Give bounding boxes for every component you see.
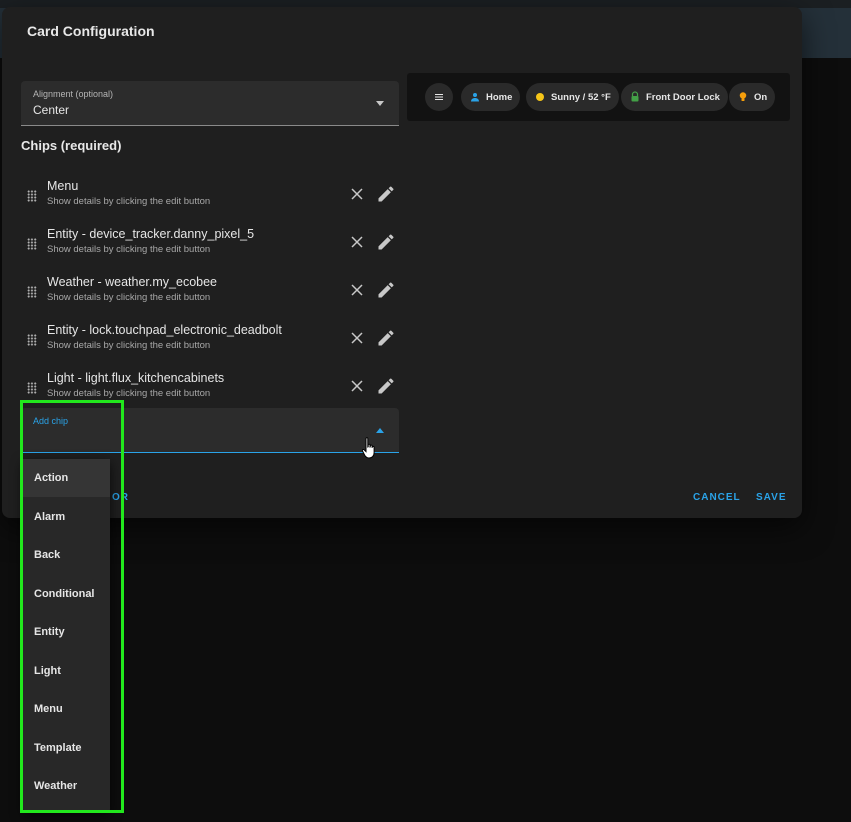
chip-name: Light - light.flux_kitchencabinets	[47, 371, 225, 385]
pencil-icon	[378, 234, 394, 250]
hand-cursor-icon	[361, 437, 375, 459]
cancel-button[interactable]: CANCEL	[693, 492, 741, 503]
close-icon	[351, 380, 363, 392]
chip-row-entity-lock: Entity - lock.touchpad_electronic_deadbo…	[21, 320, 401, 364]
chip-name: Weather - weather.my_ecobee	[47, 275, 218, 289]
caret-up-icon	[376, 428, 384, 433]
close-icon	[351, 188, 363, 200]
pencil-icon	[378, 282, 394, 298]
chip-detail: Show details by clicking the edit button	[47, 340, 211, 351]
edit-chip-button[interactable]	[376, 376, 396, 396]
chip-name: Menu	[47, 179, 79, 193]
lock-icon	[631, 91, 639, 102]
chip-name: Entity - device_tracker.danny_pixel_5	[47, 227, 255, 241]
chips-heading: Chips (required)	[21, 138, 122, 153]
drag-handle-icon[interactable]	[27, 334, 37, 346]
remove-chip-button[interactable]	[347, 328, 367, 348]
preview-chip-lock[interactable]: Front Door Lock	[621, 83, 728, 111]
chip-detail: Show details by clicking the edit button	[47, 292, 211, 303]
person-icon	[471, 93, 479, 102]
edit-chip-button[interactable]	[376, 232, 396, 252]
alignment-label: Alignment (optional)	[33, 89, 114, 99]
close-icon	[351, 284, 363, 296]
save-button[interactable]: SAVE	[756, 492, 787, 503]
pencil-icon	[378, 186, 394, 202]
preview-chip-weather[interactable]: Sunny / 52 °F	[526, 83, 619, 111]
edit-chip-button[interactable]	[376, 184, 396, 204]
sun-icon	[536, 93, 544, 101]
preview-chip-home[interactable]: Home	[461, 83, 521, 111]
dialog-title: Card Configuration	[27, 23, 155, 39]
drag-handle-icon[interactable]	[27, 190, 37, 202]
card-preview: Home Sunny / 52 °F Front Door Lock On	[407, 73, 790, 121]
close-icon	[351, 332, 363, 344]
remove-chip-button[interactable]	[347, 376, 367, 396]
remove-chip-button[interactable]	[347, 280, 367, 300]
drag-handle-icon[interactable]	[27, 286, 37, 298]
pencil-icon	[378, 378, 394, 394]
caret-down-icon	[376, 101, 384, 106]
chip-detail: Show details by clicking the edit button	[47, 244, 211, 255]
alignment-value: Center	[33, 103, 70, 117]
chip-row-menu: Menu Show details by clicking the edit b…	[21, 176, 401, 220]
chip-name: Entity - lock.touchpad_electronic_deadbo…	[47, 323, 282, 337]
preview-chip-label: Home	[486, 91, 513, 103]
preview-chip-light[interactable]: On	[729, 83, 776, 111]
close-icon	[351, 236, 363, 248]
chip-row-entity-tracker: Entity - device_tracker.danny_pixel_5 Sh…	[21, 224, 401, 268]
drag-handle-icon[interactable]	[27, 238, 37, 250]
chip-row-weather: Weather - weather.my_ecobee Show details…	[21, 272, 401, 316]
menu-icon	[435, 93, 443, 101]
preview-chip-menu[interactable]	[425, 83, 453, 111]
preview-chip-label: Sunny / 52 °F	[551, 91, 611, 103]
preview-chip-label: Front Door Lock	[646, 91, 720, 103]
remove-chip-button[interactable]	[347, 232, 367, 252]
edit-chip-button[interactable]	[376, 328, 396, 348]
pencil-icon	[378, 330, 394, 346]
bulb-icon	[739, 92, 747, 101]
annotation-highlight-box	[20, 400, 124, 813]
chip-detail: Show details by clicking the edit button	[47, 196, 211, 207]
drag-handle-icon[interactable]	[27, 382, 37, 394]
remove-chip-button[interactable]	[347, 184, 367, 204]
edit-chip-button[interactable]	[376, 280, 396, 300]
preview-chip-label: On	[754, 91, 768, 103]
alignment-select[interactable]: Alignment (optional) Center	[21, 81, 399, 126]
chip-detail: Show details by clicking the edit button	[47, 388, 211, 399]
